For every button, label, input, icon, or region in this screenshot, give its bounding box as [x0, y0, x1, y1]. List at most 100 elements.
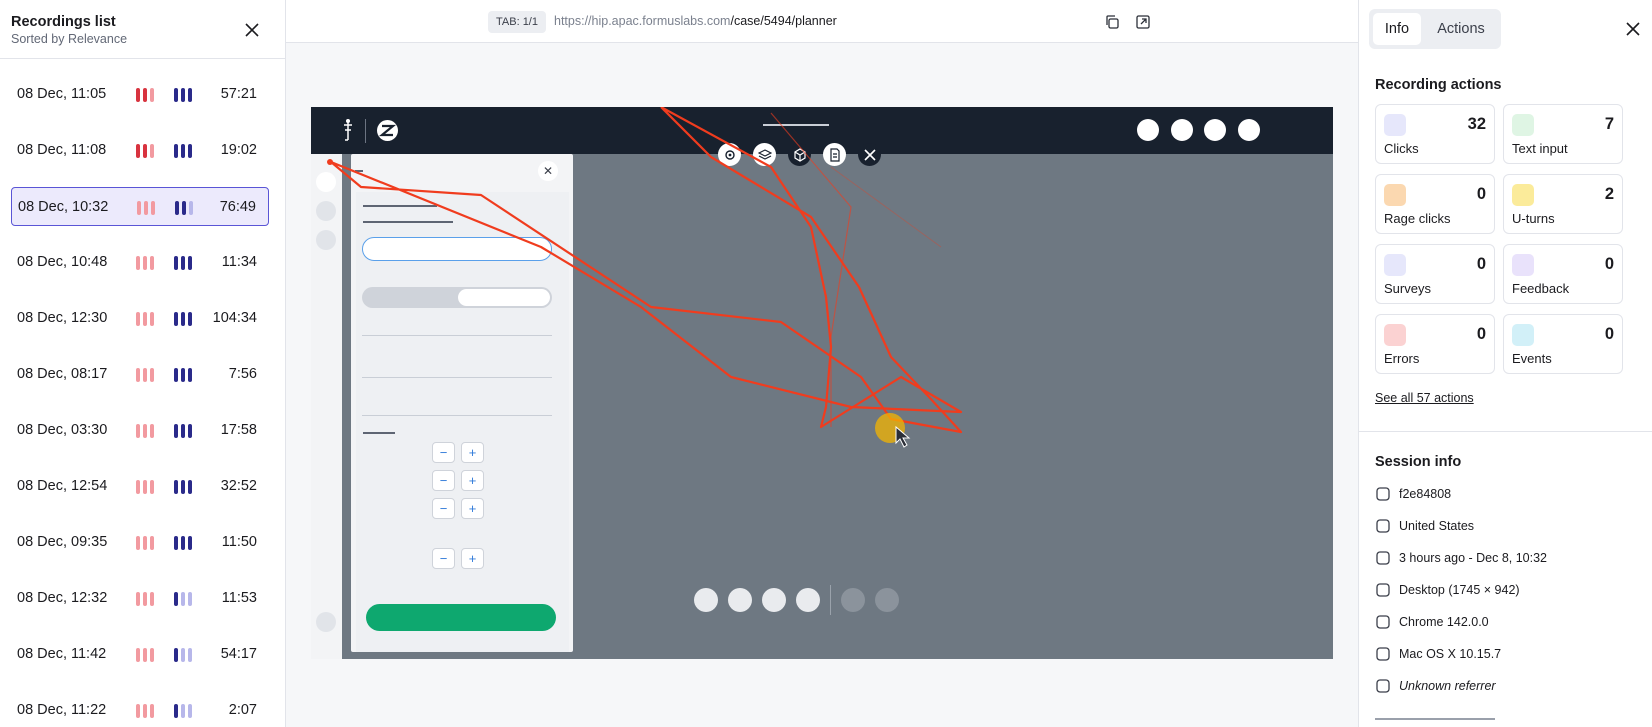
- url-host: https://hip.apac.formuslabs.com: [554, 14, 731, 28]
- stat-label: Surveys: [1384, 281, 1431, 296]
- activity-indicator: [174, 536, 192, 550]
- recording-row[interactable]: 08 Dec, 11:22 2:07: [11, 691, 269, 727]
- frustration-indicator: [136, 480, 154, 494]
- frustration-indicator: [136, 424, 154, 438]
- recordings-list-sort[interactable]: Sorted by Relevance: [11, 32, 127, 46]
- tab-actions[interactable]: Actions: [1425, 13, 1497, 45]
- details-tabs: Info Actions: [1369, 9, 1501, 49]
- recording-row[interactable]: 08 Dec, 12:32 11:53: [11, 579, 269, 618]
- stat-value: 0: [1604, 325, 1614, 343]
- stat-label: Events: [1512, 351, 1552, 366]
- view-more-link-clipped[interactable]: [1375, 718, 1495, 720]
- recording-duration: 57:21: [220, 86, 257, 102]
- activity-indicator: [174, 480, 192, 494]
- stat-card-rage-clicks[interactable]: Rage clicks 0: [1375, 174, 1495, 234]
- stat-label: Clicks: [1384, 141, 1419, 156]
- recording-duration: 76:49: [219, 199, 256, 215]
- referrer-arrow-icon: [1375, 678, 1391, 694]
- stat-card-surveys[interactable]: Surveys 0: [1375, 244, 1495, 304]
- session-info-text: Desktop (1745 × 942): [1399, 583, 1520, 597]
- feedback-chat-icon: [1512, 254, 1534, 276]
- stat-value: 0: [1604, 255, 1614, 273]
- recording-row[interactable]: 08 Dec, 12:30 104:34: [11, 299, 269, 338]
- session-info-text: Mac OS X 10.15.7: [1399, 647, 1502, 661]
- stat-value: 2: [1604, 185, 1614, 203]
- activity-indicator: [175, 201, 193, 215]
- frustration-indicator: [136, 648, 154, 662]
- recording-row[interactable]: 08 Dec, 10:48 11:34: [11, 243, 269, 282]
- recording-row[interactable]: 08 Dec, 11:08 19:02: [11, 131, 269, 170]
- stat-card-feedback[interactable]: Feedback 0: [1503, 244, 1623, 304]
- us-flag-icon: [1375, 518, 1391, 534]
- recording-duration: 7:56: [228, 366, 257, 382]
- stat-label: Errors: [1384, 351, 1420, 366]
- stat-label: Rage clicks: [1384, 211, 1451, 226]
- recording-row[interactable]: 08 Dec, 11:05 57:21: [11, 75, 269, 114]
- activity-indicator: [174, 704, 192, 718]
- error-circle-icon: [1384, 324, 1406, 346]
- recording-row[interactable]: 08 Dec, 03:30 17:58: [11, 411, 269, 450]
- see-all-actions-link[interactable]: See all 57 actions: [1375, 391, 1474, 405]
- stat-value: 7: [1604, 115, 1614, 133]
- stat-card-events[interactable]: Events 0: [1503, 314, 1623, 374]
- stat-value: 0: [1476, 185, 1486, 203]
- mouse-trail: [327, 107, 963, 448]
- session-info-text: Chrome 142.0.0: [1399, 615, 1489, 629]
- stat-card-u-turns[interactable]: U-turns 2: [1503, 174, 1623, 234]
- replay-viewport[interactable]: ✕ − + − + − + − +: [311, 107, 1333, 659]
- recording-date: 08 Dec, 08:17: [17, 366, 108, 382]
- recording-duration: 17:58: [220, 422, 257, 438]
- session-replay-player[interactable]: ✕ − + − + − + − +: [286, 43, 1358, 727]
- rage-face-icon: [1384, 184, 1406, 206]
- session-info-text: Unknown referrer: [1399, 679, 1496, 693]
- recording-row[interactable]: 08 Dec, 09:35 11:50: [11, 523, 269, 562]
- text-input-icon: [1512, 114, 1534, 136]
- stat-label: U-turns: [1512, 211, 1555, 226]
- frustration-indicator: [136, 256, 154, 270]
- player-url-bar: TAB: 1/1 https://hip.apac.formuslabs.com…: [286, 0, 1358, 43]
- recording-date: 08 Dec, 09:35: [17, 534, 108, 550]
- stat-card-errors[interactable]: Errors 0: [1375, 314, 1495, 374]
- recording-duration: 19:02: [220, 142, 257, 158]
- activity-indicator: [174, 312, 192, 326]
- page-url[interactable]: https://hip.apac.formuslabs.com/case/549…: [554, 14, 837, 28]
- activity-indicator: [174, 144, 192, 158]
- recording-date: 08 Dec, 10:32: [18, 199, 109, 215]
- stat-value: 0: [1476, 325, 1486, 343]
- url-path: /case/5494/planner: [730, 14, 837, 28]
- stat-value: 0: [1476, 255, 1486, 273]
- recordings-list-header: Recordings list Sorted by Relevance: [0, 0, 285, 59]
- activity-indicator: [174, 648, 192, 662]
- frustration-indicator: [136, 592, 154, 606]
- close-icon[interactable]: [242, 20, 262, 40]
- stat-card-clicks[interactable]: Clicks 32: [1375, 104, 1495, 164]
- recording-row[interactable]: 08 Dec, 11:42 54:17: [11, 635, 269, 674]
- recording-row[interactable]: 08 Dec, 12:54 32:52: [11, 467, 269, 506]
- tab-info[interactable]: Info: [1373, 13, 1421, 45]
- frustration-indicator: [137, 201, 155, 215]
- recording-row[interactable]: 08 Dec, 08:17 7:56: [11, 355, 269, 394]
- recording-duration: 11:34: [221, 254, 257, 270]
- recording-date: 08 Dec, 12:32: [17, 590, 108, 606]
- recording-row[interactable]: 08 Dec, 10:32 76:49: [11, 187, 269, 226]
- frustration-indicator: [136, 704, 154, 718]
- chrome-icon: [1375, 614, 1391, 630]
- activity-indicator: [174, 592, 192, 606]
- stat-card-text-input[interactable]: Text input 7: [1503, 104, 1623, 164]
- close-icon[interactable]: [1624, 20, 1642, 38]
- copy-icon[interactable]: [1104, 14, 1120, 30]
- frustration-indicator: [136, 88, 154, 102]
- session-info-title: Session info: [1375, 454, 1462, 470]
- session-details-panel: Info Actions Recording actions Clicks 32 T…: [1358, 0, 1652, 727]
- recording-date: 08 Dec, 11:22: [17, 702, 107, 718]
- recording-date: 08 Dec, 11:42: [17, 646, 107, 662]
- calendar-icon: [1375, 550, 1391, 566]
- user-icon: [1375, 486, 1391, 502]
- external-link-icon[interactable]: [1135, 14, 1151, 30]
- activity-indicator: [174, 368, 192, 382]
- session-info-text: f2e84808: [1399, 487, 1452, 501]
- stat-value: 32: [1467, 115, 1486, 133]
- recording-duration: 32:52: [220, 478, 257, 494]
- tab-indicator[interactable]: TAB: 1/1: [488, 11, 546, 33]
- cursor-click-icon: [1384, 114, 1406, 136]
